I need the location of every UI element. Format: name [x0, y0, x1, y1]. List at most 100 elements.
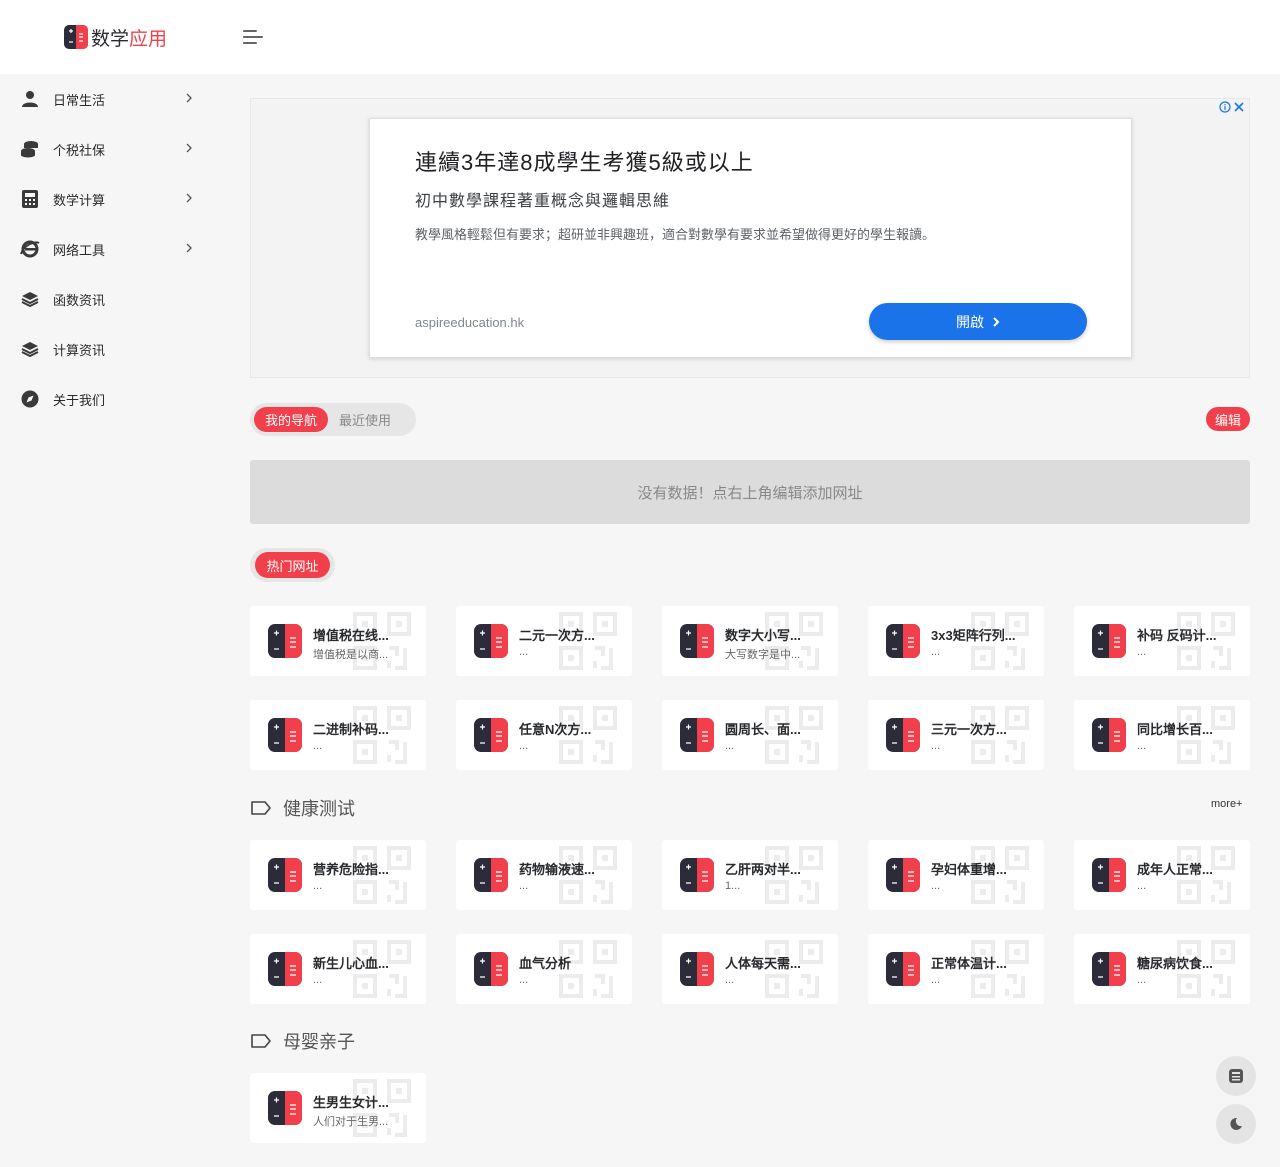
ad-subtitle: 初中數學課程著重概念與邏輯思維	[415, 193, 671, 210]
calculator-logo-icon	[886, 718, 920, 752]
site-card-title: 营养危险指...	[313, 862, 389, 877]
sidebar-item-daily-life[interactable]: 日常生活	[0, 74, 220, 124]
section-title: 母婴亲子	[283, 1032, 355, 1052]
sidebar-item-label: 日常生活	[53, 92, 106, 108]
section-title: 健康测试	[283, 799, 355, 819]
site-card[interactable]: 血气分析...	[456, 934, 632, 1004]
sidebar-item-label: 计算资讯	[53, 342, 106, 358]
ad-title[interactable]: 連續3年達8成學生考獲5級或以上	[415, 145, 754, 177]
chevron-right-icon	[993, 316, 1000, 327]
calculator-logo-icon	[1092, 718, 1126, 752]
moon-icon	[1230, 1117, 1242, 1130]
site-logo[interactable]: 数学 应用	[64, 24, 167, 50]
site-card-title: 三元一次方...	[931, 722, 1007, 737]
calculator-logo-icon	[474, 952, 508, 986]
calculator-logo-icon	[268, 624, 302, 658]
site-card-title: 圆周长、面...	[725, 722, 801, 737]
site-card[interactable]: 任意N次方......	[456, 700, 632, 770]
site-card[interactable]: 圆周长、面......	[662, 700, 838, 770]
calculator-logo-icon	[268, 858, 302, 892]
calculator-logo-icon	[1092, 624, 1126, 658]
site-card-title: 乙肝两对半...	[725, 862, 801, 877]
top-bar: 数学 应用	[0, 0, 1280, 74]
sidebar-item-math-calc[interactable]: 数学计算	[0, 174, 220, 224]
sidebar-item-calc-news[interactable]: 计算资讯	[0, 324, 220, 374]
site-card-desc: ...	[313, 880, 323, 892]
site-card-desc: ...	[313, 974, 323, 986]
ad-open-button[interactable]: 開啟	[869, 303, 1087, 340]
calculator-logo-icon	[680, 858, 714, 892]
site-card-title: 增值税在线...	[313, 628, 389, 643]
site-card[interactable]: 新生儿心血......	[250, 934, 426, 1004]
site-card-title: 任意N次方...	[519, 722, 592, 737]
edit-button[interactable]: 编辑	[1206, 407, 1250, 431]
site-card[interactable]: 药物输液速......	[456, 840, 632, 910]
site-card-title: 同比增长百...	[1137, 722, 1213, 737]
site-card-desc: 大写数字是中...	[725, 649, 801, 661]
ad-url[interactable]: aspireeducation.hk	[415, 315, 524, 330]
site-card-desc: ...	[1137, 646, 1147, 658]
empty-nav-message: 没有数据！点右上角编辑添加网址	[250, 460, 1250, 524]
ad-card[interactable]: 連續3年達8成學生考獲5級或以上 初中數學課程著重概念與邏輯思維 教學風格輕鬆但…	[369, 118, 1132, 358]
tag-icon	[251, 1034, 271, 1048]
site-card[interactable]: 二进制补码......	[250, 700, 426, 770]
site-card[interactable]: 数字大小写... 大写数字是中...	[662, 606, 838, 676]
site-card-desc: ...	[1137, 880, 1147, 892]
tab-my-nav[interactable]: 我的导航	[254, 407, 329, 432]
calculator-logo-icon	[1092, 858, 1126, 892]
site-card[interactable]: 3x3矩阵行列......	[868, 606, 1044, 676]
site-card-title: 数字大小写...	[725, 628, 801, 643]
site-card-desc: ...	[931, 880, 941, 892]
site-card[interactable]: 正常体温计......	[868, 934, 1044, 1004]
site-card-desc: ...	[519, 646, 529, 658]
brand-text-accent: 应用	[129, 28, 168, 50]
site-card-title: 生男生女计...	[313, 1095, 389, 1110]
sidebar-item-function-news[interactable]: 函数资讯	[0, 274, 220, 324]
sidebar-item-network-tools[interactable]: 网络工具	[0, 224, 220, 274]
calculator-logo-icon	[886, 624, 920, 658]
section-mother-baby-header: 母婴亲子	[250, 1028, 355, 1054]
sidebar-item-about-us[interactable]: 关于我们	[0, 374, 220, 424]
sidebar-item-label: 函数资讯	[53, 292, 106, 308]
calculator-logo-icon	[1092, 952, 1126, 986]
site-card[interactable]: 营养危险指......	[250, 840, 426, 910]
site-card-title: 二元一次方...	[519, 628, 595, 643]
site-card-title: 3x3矩阵行列...	[931, 628, 1016, 643]
site-card[interactable]: 孕妇体重增......	[868, 840, 1044, 910]
layers-icon	[20, 339, 40, 359]
site-card-title: 补码 反码计...	[1137, 628, 1217, 643]
theme-toggle-button[interactable]	[1216, 1104, 1256, 1144]
chevron-right-icon	[186, 193, 192, 203]
site-card-title: 二进制补码...	[313, 722, 389, 737]
site-card[interactable]: 增值税在线... 增值税是以商...	[250, 606, 426, 676]
site-card[interactable]: 二元一次方......	[456, 606, 632, 676]
menu-toggle-icon[interactable]	[240, 26, 266, 48]
site-card-title: 孕妇体重增...	[931, 862, 1007, 877]
site-card[interactable]: 生男生女计... 人们对于生男...	[250, 1073, 426, 1143]
site-card-desc: ...	[1137, 974, 1147, 986]
calculator-logo-icon	[474, 624, 508, 658]
site-card-desc: ...	[519, 974, 529, 986]
site-card[interactable]: 人体每天需......	[662, 934, 838, 1004]
hot-sites-tab[interactable]: 热门网址	[250, 548, 335, 582]
close-icon[interactable]	[1233, 100, 1245, 112]
calculator-logo-icon	[268, 718, 302, 752]
site-card[interactable]: 糖尿病饮食......	[1074, 934, 1250, 1004]
site-card-desc: ...	[725, 740, 735, 752]
site-card[interactable]: 乙肝两对半... 1...	[662, 840, 838, 910]
sidebar-item-label: 关于我们	[53, 392, 106, 408]
user-icon	[20, 89, 40, 109]
sidebar-item-label: 个税社保	[53, 142, 106, 158]
sidebar-item-tax[interactable]: 个税社保	[0, 124, 220, 174]
info-icon[interactable]	[1219, 100, 1231, 113]
site-card[interactable]: 成年人正常......	[1074, 840, 1250, 910]
advertisement: 連續3年達8成學生考獲5級或以上 初中數學課程著重概念與邏輯思維 教學風格輕鬆但…	[250, 98, 1250, 378]
compass-icon	[20, 389, 40, 409]
ad-choices[interactable]	[1219, 100, 1245, 113]
site-card[interactable]: 同比增长百......	[1074, 700, 1250, 770]
more-link[interactable]: more+	[1211, 798, 1243, 810]
site-card[interactable]: 三元一次方......	[868, 700, 1044, 770]
tab-recent[interactable]: 最近使用	[328, 407, 402, 432]
qr-float-button[interactable]	[1216, 1056, 1256, 1096]
site-card[interactable]: 补码 反码计......	[1074, 606, 1250, 676]
